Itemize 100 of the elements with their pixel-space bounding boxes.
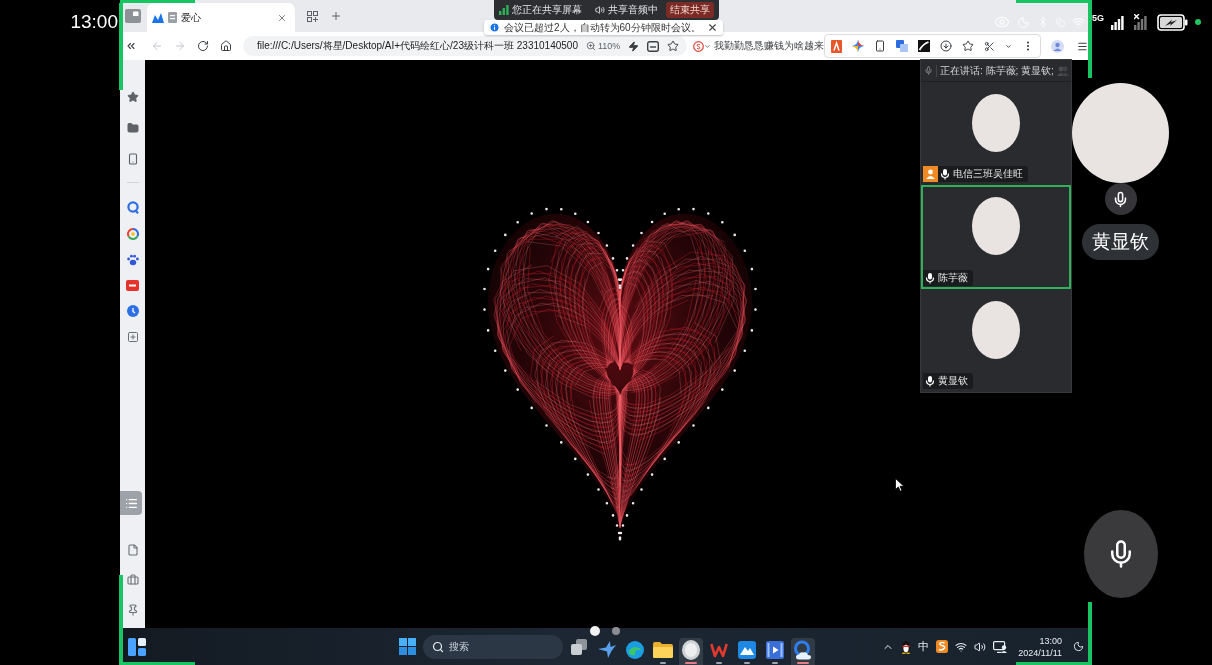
signal-off-icon — [1134, 14, 1150, 30]
zoom-icon[interactable] — [585, 41, 596, 51]
list-button[interactable] — [120, 491, 142, 515]
film-play-icon — [766, 640, 784, 659]
browser-tab[interactable]: 爱心 — [147, 3, 295, 32]
bookmark-star-icon[interactable] — [667, 40, 680, 52]
menu-icon[interactable] — [1077, 40, 1089, 52]
list-icon — [124, 496, 138, 510]
slash-tile-icon[interactable] — [918, 40, 931, 52]
participant-name: 电信三班吴佳旺 — [952, 166, 1028, 183]
caret-icon[interactable] — [704, 42, 712, 50]
star-icon[interactable] — [126, 91, 139, 103]
monitor-icon[interactable] — [993, 640, 1008, 653]
mountain-tile-icon — [738, 640, 756, 659]
download-icon[interactable] — [940, 40, 953, 52]
avatar-placeholder — [972, 197, 1020, 256]
overlap-tiles-icon[interactable] — [896, 40, 909, 52]
extension-tile-icon[interactable] — [831, 39, 843, 53]
speaking-text: 正在讲话: 陈芋薇; 黄显钦; — [940, 64, 1054, 77]
mic-icon — [923, 373, 937, 389]
taskbar-app-button[interactable] — [791, 638, 815, 665]
self-name-label: 黄显钦 — [1082, 224, 1159, 260]
penguin-icon[interactable] — [901, 639, 912, 654]
avatar-placeholder — [972, 94, 1020, 152]
ime-indicator[interactable]: 中 — [918, 640, 930, 653]
pin-icon[interactable] — [126, 604, 139, 616]
avatar-icon[interactable] — [1051, 39, 1065, 53]
sparkle-icon[interactable] — [852, 40, 865, 52]
notice-text: 会议已超过2人，自动转为60分钟限时会议。 — [504, 21, 701, 34]
plus-icon[interactable] — [330, 10, 342, 22]
zigzag-icon — [710, 641, 728, 658]
moon-icon[interactable] — [1073, 641, 1084, 652]
lightning-icon[interactable] — [628, 40, 640, 52]
home-icon[interactable] — [220, 40, 232, 52]
bird-icon — [598, 641, 616, 658]
participant-tile[interactable]: 黄显钦 — [921, 288, 1071, 392]
star-icon[interactable] — [962, 40, 975, 52]
ring-cloud-icon — [793, 639, 813, 660]
signal-bars-icon — [499, 5, 509, 15]
status-dot-icon — [1195, 19, 1201, 25]
participant-tile[interactable]: 陈芋薇 — [921, 185, 1071, 289]
stop-share-button[interactable]: 结束共享 — [666, 2, 714, 18]
wifi-icon[interactable] — [955, 640, 968, 653]
volume-icon[interactable] — [974, 640, 987, 653]
search-field[interactable]: 搜索 — [423, 634, 563, 659]
search-icon — [432, 640, 444, 653]
taskbar-app-button[interactable] — [679, 638, 703, 665]
clock-time[interactable]: 13:00 — [1039, 634, 1062, 647]
participant-name: 陈芋薇 — [937, 269, 973, 286]
share-status-text: 您正在共享屏幕 — [512, 4, 582, 16]
clock-date[interactable]: 2024/11/11 — [1018, 646, 1062, 659]
page-icon — [168, 12, 177, 23]
segmented-ring-icon[interactable] — [126, 228, 139, 240]
frame-icon[interactable] — [647, 40, 660, 52]
participant-tile[interactable]: 电信三班吴佳旺 — [921, 82, 1071, 186]
disc-icon — [682, 639, 700, 660]
folder-icon — [653, 641, 673, 658]
people-icon — [1056, 65, 1069, 76]
battery-icon — [1157, 13, 1188, 31]
audio-status-text: 共享音频中 — [608, 4, 658, 16]
taskbar-app-button[interactable] — [735, 638, 759, 665]
close-icon[interactable] — [706, 22, 718, 33]
bookmark-link[interactable]: 我勤勤恳恳赚钱为啥越来 — [714, 40, 825, 52]
paw-icon[interactable] — [126, 254, 139, 266]
zoom-level[interactable]: 110% — [597, 40, 621, 52]
phone-icon[interactable] — [874, 40, 887, 52]
mic-icon — [923, 269, 937, 286]
app-tile-icon[interactable] — [126, 280, 139, 291]
reload-icon[interactable] — [197, 40, 209, 52]
speaker-icon — [595, 5, 605, 15]
tray-app-icon[interactable] — [936, 640, 949, 653]
mountain-logo-icon — [152, 12, 164, 23]
tab-grid-icon[interactable] — [307, 10, 318, 22]
plus-square-icon[interactable] — [126, 331, 139, 343]
participant-name: 黄显钦 — [937, 373, 973, 389]
file-icon[interactable] — [126, 544, 139, 556]
page-dot[interactable] — [590, 626, 600, 636]
bookmark-favicon-icon[interactable] — [693, 40, 705, 52]
sidebar-toggle-icon[interactable] — [125, 40, 137, 52]
address-field[interactable]: file:///C:/Users/将星/Desktop/AI+代码绘红心/23级计科一班 23310140500 110% — [243, 36, 688, 56]
mic-badge-icon — [1104, 183, 1137, 215]
network-type: 5G — [1092, 13, 1104, 23]
briefcase-icon[interactable] — [126, 574, 139, 586]
start-icon[interactable] — [398, 638, 416, 655]
window-icon[interactable] — [125, 9, 141, 23]
page-dot[interactable] — [612, 627, 620, 635]
pointer-icon — [895, 478, 905, 492]
folder-icon[interactable] — [126, 122, 139, 134]
close-icon[interactable] — [277, 12, 287, 23]
clock-icon[interactable] — [126, 305, 139, 317]
widgets-icon[interactable] — [128, 637, 146, 656]
phone-clock: 13:00 — [70, 11, 118, 33]
taskbar-app-button[interactable] — [763, 638, 787, 665]
phone-icon[interactable] — [126, 153, 139, 165]
mic-icon — [924, 66, 933, 75]
scissors-icon[interactable] — [984, 40, 996, 52]
stacked-squares-icon[interactable] — [571, 638, 587, 655]
ring-icon[interactable] — [126, 201, 139, 214]
caret-icon[interactable] — [1005, 42, 1013, 50]
swirl-icon — [626, 640, 644, 659]
